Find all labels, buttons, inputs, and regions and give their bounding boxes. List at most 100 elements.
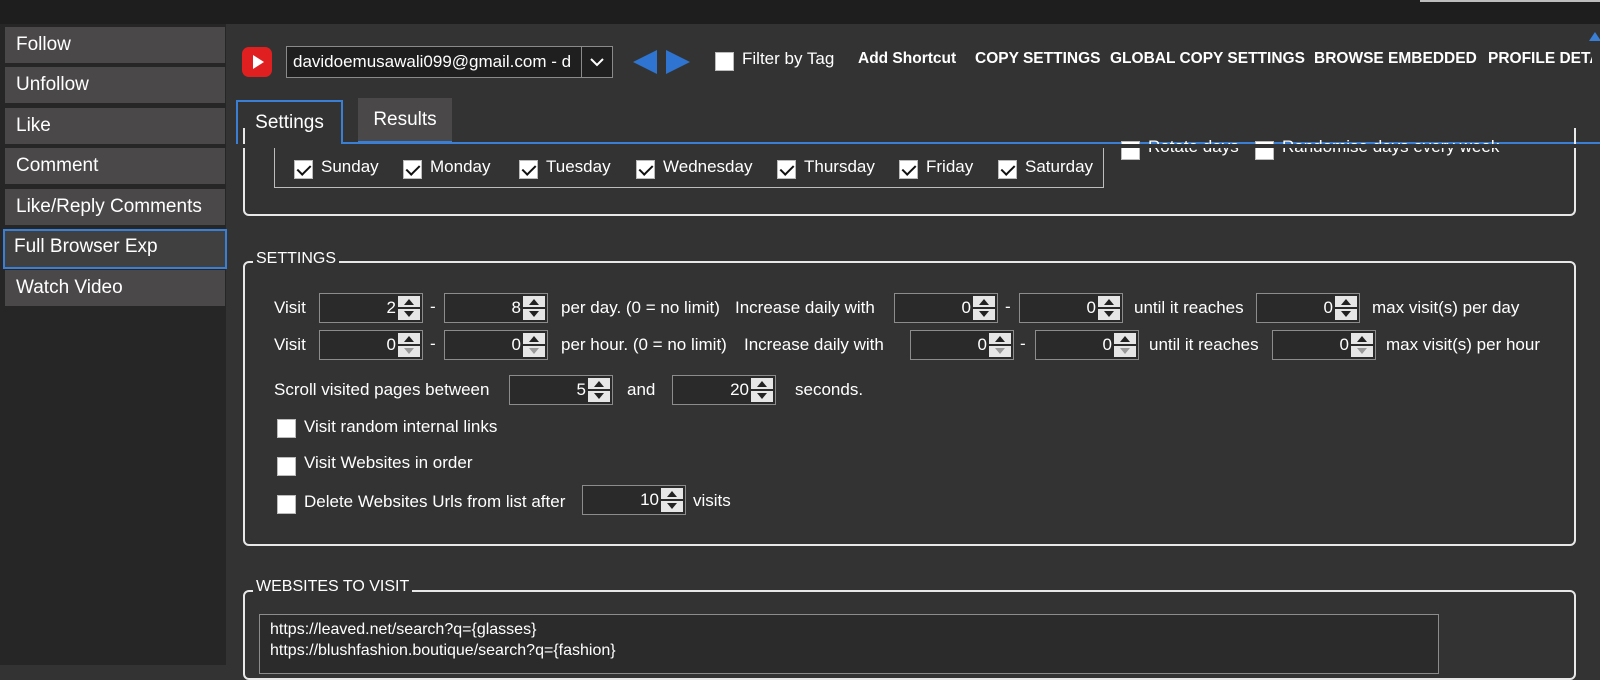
sidebar-item-unfollow[interactable]: Unfollow [5, 67, 225, 103]
spin-up-icon[interactable] [398, 296, 420, 307]
delete-urls-checkbox[interactable] [277, 495, 296, 514]
reach-day-spinner[interactable]: 0 [1256, 293, 1360, 323]
spin-up-icon[interactable] [1114, 333, 1136, 344]
delete-urls-label: Delete Websites Urls from list after [304, 492, 566, 511]
max-visits-day-label: max visit(s) per day [1372, 298, 1520, 317]
thursday-label: Thursday [804, 157, 875, 176]
spin-down-icon[interactable] [973, 309, 995, 320]
next-account-icon[interactable] [666, 50, 690, 74]
spin-down-icon[interactable] [523, 309, 545, 320]
visit-random-links-label: Visit random internal links [304, 417, 498, 436]
spin-up-icon[interactable] [588, 378, 610, 389]
spin-up-icon[interactable] [989, 333, 1011, 344]
spin-down-icon[interactable] [1098, 309, 1120, 320]
and-label: and [627, 380, 656, 399]
spin-down-icon[interactable] [989, 346, 1011, 357]
filter-by-tag-label: Filter by Tag [742, 49, 835, 68]
visit-in-order-checkbox[interactable] [277, 457, 296, 476]
until-reaches-label: until it reaches [1149, 335, 1259, 354]
visits-label: visits [693, 491, 731, 510]
sidebar-item-full-browser-exp[interactable]: Full Browser Exp [3, 229, 227, 269]
visit-day-label: Visit [274, 298, 306, 317]
increase-daily-label: Increase daily with [744, 335, 884, 354]
max-visits-hour-label: max visit(s) per hour [1386, 335, 1540, 354]
until-reaches-label: until it reaches [1134, 298, 1244, 317]
scroll-mask-right [1110, 144, 1590, 148]
increase-day-min-spinner[interactable]: 0 [894, 293, 998, 323]
per-day-label: per day. (0 = no limit) [561, 298, 720, 317]
spin-up-icon[interactable] [523, 333, 545, 344]
settings-legend: SETTINGS [253, 249, 340, 269]
dash-label: - [1005, 297, 1011, 316]
visit-hour-max-spinner[interactable]: 0 [444, 330, 548, 360]
monday-checkbox[interactable] [403, 160, 422, 179]
spin-down-icon[interactable] [1335, 309, 1357, 320]
spin-down-icon[interactable] [1114, 346, 1136, 357]
friday-checkbox[interactable] [899, 160, 918, 179]
saturday-label: Saturday [1025, 157, 1094, 176]
dash-label: - [430, 334, 436, 353]
sidebar-item-comment[interactable]: Comment [5, 148, 225, 184]
spin-down-icon[interactable] [661, 501, 683, 512]
filter-by-tag-checkbox[interactable] [715, 52, 734, 71]
spin-up-icon[interactable] [661, 488, 683, 499]
visit-hour-label: Visit [274, 335, 306, 354]
spin-up-icon[interactable] [1335, 296, 1357, 307]
dash-label: - [1020, 334, 1026, 353]
copy-settings-button[interactable]: COPY SETTINGS [975, 50, 1100, 68]
spin-down-icon[interactable] [523, 346, 545, 357]
scroll-up-icon[interactable] [1589, 32, 1600, 41]
increase-daily-label: Increase daily with [735, 298, 875, 317]
spin-up-icon[interactable] [751, 378, 773, 389]
spin-down-icon[interactable] [1351, 346, 1373, 357]
increase-day-max-spinner[interactable]: 0 [1019, 293, 1123, 323]
tuesday-checkbox[interactable] [519, 160, 538, 179]
delete-after-spinner[interactable]: 10 [582, 485, 686, 515]
scroll-min-spinner[interactable]: 5 [509, 375, 613, 405]
previous-account-icon[interactable] [633, 50, 657, 74]
websites-textarea[interactable]: https://leaved.net/search?q={glasses} ht… [259, 614, 1439, 674]
add-shortcut-button[interactable]: Add Shortcut [858, 50, 956, 68]
sunday-checkbox[interactable] [294, 160, 313, 179]
profile-details-button[interactable]: PROFILE DETAI [1488, 50, 1592, 68]
account-select-value: davidoemusawali099@gmail.com - d [293, 52, 572, 71]
chevron-down-icon[interactable] [581, 47, 612, 77]
reach-hour-spinner[interactable]: 0 [1272, 330, 1376, 360]
friday-label: Friday [926, 157, 974, 176]
visit-random-links-checkbox[interactable] [277, 419, 296, 438]
spin-up-icon[interactable] [973, 296, 995, 307]
youtube-icon [242, 47, 272, 77]
seconds-label: seconds. [795, 380, 864, 399]
global-copy-settings-button[interactable]: GLOBAL COPY SETTINGS [1110, 50, 1305, 68]
spin-down-icon[interactable] [398, 309, 420, 320]
scroll-max-spinner[interactable]: 20 [672, 375, 776, 405]
per-hour-label: per hour. (0 = no limit) [561, 335, 727, 354]
visit-day-max-spinner[interactable]: 8 [444, 293, 548, 323]
visit-hour-min-spinner[interactable]: 0 [319, 330, 423, 360]
sidebar-item-like[interactable]: Like [5, 108, 225, 144]
websites-legend: WEBSITES TO VISIT [253, 577, 413, 597]
monday-label: Monday [430, 157, 491, 176]
website-line: https://leaved.net/search?q={glasses} [270, 621, 537, 638]
spin-down-icon[interactable] [588, 391, 610, 402]
saturday-checkbox[interactable] [998, 160, 1017, 179]
dash-label: - [430, 297, 436, 316]
visit-day-min-spinner[interactable]: 2 [319, 293, 423, 323]
thursday-checkbox[interactable] [777, 160, 796, 179]
window-top-bar [0, 0, 1600, 24]
wednesday-checkbox[interactable] [636, 160, 655, 179]
browse-embedded-button[interactable]: BROWSE EMBEDDED [1314, 50, 1477, 68]
spin-down-icon[interactable] [751, 391, 773, 402]
increase-hour-min-spinner[interactable]: 0 [910, 330, 1014, 360]
sidebar-item-follow[interactable]: Follow [5, 27, 225, 63]
top-input-box[interactable] [1420, 0, 1600, 2]
spin-up-icon[interactable] [1098, 296, 1120, 307]
spin-up-icon[interactable] [1351, 333, 1373, 344]
spin-down-icon[interactable] [398, 346, 420, 357]
sidebar-item-like-reply-comments[interactable]: Like/Reply Comments [5, 189, 225, 225]
increase-hour-max-spinner[interactable]: 0 [1035, 330, 1139, 360]
spin-up-icon[interactable] [398, 333, 420, 344]
spin-up-icon[interactable] [523, 296, 545, 307]
sidebar-item-watch-video[interactable]: Watch Video [5, 270, 225, 306]
account-select[interactable]: davidoemusawali099@gmail.com - d [286, 46, 613, 78]
